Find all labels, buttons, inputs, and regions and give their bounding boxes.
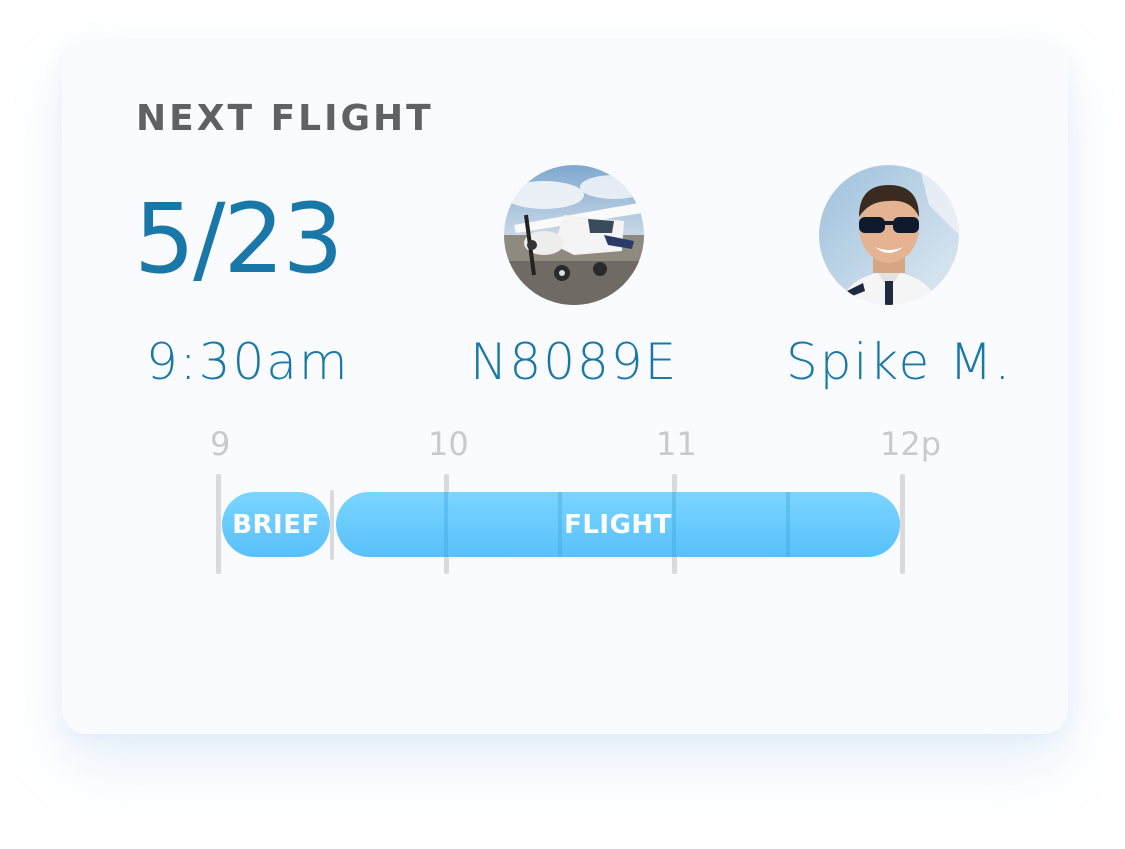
flight-label: FLIGHT [564, 509, 672, 540]
hour-tick-12 [900, 474, 905, 574]
airplane-icon [504, 165, 644, 305]
airplane-photo[interactable] [504, 165, 644, 305]
pilot-avatar[interactable] [819, 165, 959, 305]
flight-inner-tick [786, 492, 790, 557]
tick-label-10: 10 [428, 425, 469, 463]
flight-inner-tick [672, 492, 676, 557]
flight-block[interactable]: FLIGHT [336, 492, 900, 557]
flight-inner-tick [444, 492, 448, 557]
brief-block[interactable]: BRIEF [222, 492, 330, 557]
half-hour-tick [330, 490, 334, 560]
tick-label-11: 11 [656, 425, 697, 463]
hour-tick-9 [216, 474, 221, 574]
flight-time: 9:30am [146, 333, 350, 391]
flight-date: 5/23 [134, 183, 344, 295]
instructor-name: Spike M. [786, 333, 1013, 391]
tick-label-12p: 12p [880, 425, 942, 463]
tick-label-9: 9 [210, 425, 231, 463]
flight-inner-tick [558, 492, 562, 557]
brief-label: BRIEF [232, 509, 320, 540]
aircraft-tail-number: N8089E [470, 333, 679, 391]
card-heading: NEXT FLIGHT [136, 98, 434, 139]
pilot-avatar-icon [819, 165, 959, 305]
